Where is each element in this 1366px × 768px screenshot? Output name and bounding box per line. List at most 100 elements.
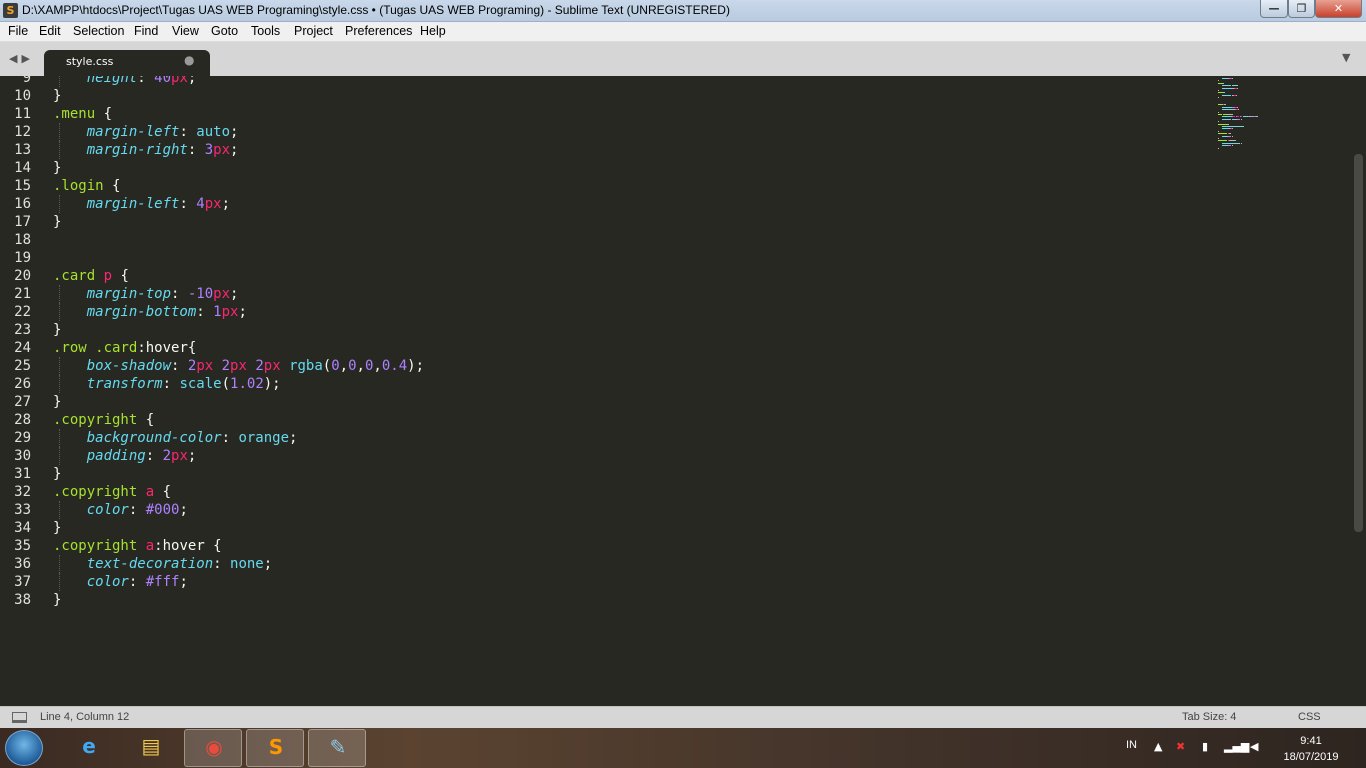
code-token: 1 [213, 304, 222, 320]
code-token: text-decoration [86, 556, 214, 572]
show-hidden-icons-icon[interactable]: ▲ [1154, 740, 1162, 753]
code-line[interactable]: } [53, 591, 61, 609]
minimap-mark [1240, 118, 1243, 120]
code-token: : [171, 286, 188, 302]
minimap-mark [1218, 111, 1219, 113]
taskbar-button-paint[interactable]: ✎ [308, 729, 366, 767]
minimap-mark [1236, 85, 1238, 87]
code-token: } [53, 322, 62, 338]
syntax-indicator[interactable]: CSS [1298, 711, 1321, 723]
volume-icon[interactable]: ◀ [1250, 740, 1258, 753]
code-line[interactable]: margin-left: auto; [53, 123, 239, 141]
code-line[interactable]: padding: 2px; [53, 447, 197, 465]
battery-icon[interactable]: ▮ [1202, 740, 1208, 753]
code-token: } [53, 160, 62, 176]
code-line[interactable]: .row .card:hover{ [53, 339, 196, 357]
network-error-icon[interactable]: ✖ [1176, 740, 1185, 753]
minimap-mark [1232, 128, 1234, 130]
code-token: transform [86, 376, 163, 392]
code-line[interactable]: height: 40px; [53, 76, 197, 87]
code-line[interactable]: } [53, 159, 61, 177]
code-token: ; [179, 502, 188, 518]
code-line[interactable]: box-shadow: 2px 2px 2px rgba(0,0,0,0.4); [53, 357, 424, 375]
code-token: 4 [196, 196, 205, 212]
code-line[interactable]: .menu { [53, 105, 112, 123]
line-number: 32 [14, 484, 31, 500]
code-line[interactable]: .copyright a:hover { [53, 537, 222, 555]
code-token: :hover { [154, 538, 222, 554]
menu-file[interactable]: File [8, 24, 28, 38]
tab-size-indicator[interactable]: Tab Size: 4 [1182, 711, 1236, 723]
menu-help[interactable]: Help [420, 24, 446, 38]
language-indicator[interactable]: IN [1126, 739, 1137, 751]
taskbar-button-ie[interactable]: e [60, 729, 118, 767]
minimap-mark [1227, 114, 1234, 115]
code-editor[interactable]: 9 10 11 12 13 14 15 16 17 18 19 20 21 22 23 24 25 26 27 28 2… [0, 76, 1366, 706]
code-line[interactable]: } [53, 321, 61, 339]
code-token: ; [238, 304, 247, 320]
code-token: px [171, 448, 188, 464]
code-token: , [356, 358, 365, 374]
taskbar-button-chrome[interactable]: ◉ [184, 729, 242, 767]
code-line[interactable]: margin-top: -10px; [53, 285, 239, 303]
minimap[interactable] [1218, 76, 1258, 156]
signal-icon[interactable]: ▂▄▆ [1224, 740, 1249, 753]
code-token: : [187, 142, 205, 158]
code-line[interactable]: .copyright { [53, 411, 154, 429]
taskbar-button-explorer[interactable]: ▤ [122, 729, 180, 767]
vertical-scrollbar[interactable] [1354, 154, 1363, 532]
code-line[interactable]: } [53, 87, 61, 105]
code-token: 0 [331, 358, 340, 374]
clock[interactable]: 9:41 18/07/2019 [1276, 733, 1346, 765]
code-token: color [86, 574, 129, 590]
code-line[interactable]: color: #fff; [53, 573, 188, 591]
unsaved-dot-icon[interactable]: ● [184, 53, 194, 67]
code-line[interactable]: .copyright a { [53, 483, 171, 501]
menu-edit[interactable]: Edit [39, 24, 61, 38]
code-token: } [53, 592, 62, 608]
code-line[interactable]: transform: scale(1.02); [53, 375, 281, 393]
code-line[interactable]: } [53, 519, 61, 537]
code-line[interactable]: text-decoration: none; [53, 555, 272, 573]
menu-goto[interactable]: Goto [211, 24, 238, 38]
code-line[interactable]: background-color: orange; [53, 429, 298, 447]
code-line[interactable]: margin-bottom: 1px; [53, 303, 247, 321]
code-line[interactable]: } [53, 393, 61, 411]
menu-view[interactable]: View [172, 24, 199, 38]
tab-nav-arrows-icon[interactable]: ◀▶ [9, 52, 34, 65]
tab-dropdown-icon[interactable]: ▼ [1342, 51, 1350, 64]
code-token: 3 [204, 142, 214, 158]
code-token: -10 [187, 286, 214, 302]
maximize-button[interactable]: ❐ [1288, 0, 1315, 18]
code-line[interactable]: margin-left: 4px; [53, 195, 230, 213]
start-button[interactable] [5, 730, 43, 766]
code-token: : [145, 448, 163, 464]
code-line[interactable]: .card p { [53, 267, 129, 285]
tab-style-css[interactable]: style.css ● [44, 50, 210, 76]
code-token: px [204, 196, 222, 212]
line-number: 18 [14, 232, 31, 248]
line-number: 26 [14, 376, 31, 392]
code-line[interactable]: .login { [53, 177, 120, 195]
code-line[interactable]: } [53, 465, 61, 483]
taskbar-button-sublime[interactable]: S [246, 729, 304, 767]
code-token: ; [187, 448, 197, 464]
close-button[interactable]: ✕ [1315, 0, 1362, 18]
minimap-mark [1236, 87, 1238, 89]
code-token: , [339, 358, 349, 374]
minimize-button[interactable]: — [1260, 0, 1288, 18]
code-line[interactable]: color: #000; [53, 501, 188, 519]
code-line[interactable]: margin-right: 3px; [53, 141, 239, 159]
code-line[interactable]: } [53, 213, 61, 231]
code-token: 2 [221, 358, 231, 374]
menu-preferences[interactable]: Preferences [345, 24, 412, 38]
panel-toggle-icon[interactable] [12, 712, 27, 723]
menu-project[interactable]: Project [294, 24, 333, 38]
menu-tools[interactable]: Tools [251, 24, 280, 38]
menu-find[interactable]: Find [134, 24, 158, 38]
menu-selection[interactable]: Selection [73, 24, 124, 38]
code-token: 2 [162, 448, 172, 464]
